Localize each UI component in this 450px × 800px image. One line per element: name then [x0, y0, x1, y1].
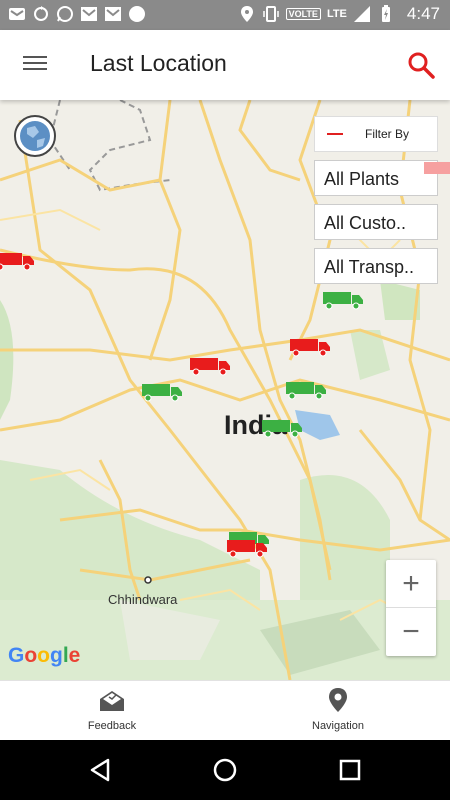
- zoom-out-button[interactable]: −: [386, 608, 436, 656]
- feedback-tab[interactable]: Feedback: [52, 687, 172, 732]
- volte-badge: VOLTE: [285, 8, 321, 20]
- google-logo: Google: [8, 644, 81, 667]
- sync-icon: [34, 6, 48, 21]
- system-navigation-bar: [0, 740, 450, 800]
- location-icon: [240, 6, 253, 22]
- location-pin-icon: [329, 688, 347, 712]
- page-title: Last Location: [90, 50, 227, 76]
- back-icon[interactable]: [86, 756, 114, 784]
- signal-icon: [353, 6, 370, 22]
- plants-dropdown[interactable]: All Plants: [314, 160, 438, 196]
- filter-toggle-button[interactable]: Filter By: [314, 116, 438, 152]
- system-status: VOLTE LTE 4:47: [238, 4, 440, 24]
- navigation-label: Navigation: [312, 720, 364, 732]
- zoom-controls: + −: [386, 560, 436, 656]
- map-view[interactable]: Filter By All Plants All Custo.. All Tra…: [0, 100, 450, 680]
- truck-marker-red[interactable]: [424, 160, 450, 180]
- status-bar: VOLTE LTE 4:47: [0, 0, 450, 30]
- navigation-tab[interactable]: Navigation: [278, 687, 398, 732]
- truck-marker-red[interactable]: [190, 356, 232, 376]
- truck-marker-green[interactable]: [323, 290, 365, 310]
- truck-marker-green[interactable]: [142, 382, 184, 402]
- transporters-dropdown[interactable]: All Transp..: [314, 248, 438, 284]
- battery-charging-icon: [381, 5, 390, 22]
- search-icon[interactable]: [406, 50, 436, 80]
- globe-icon[interactable]: [13, 114, 57, 158]
- collapse-icon: [327, 133, 343, 135]
- bottom-navigation: Feedback Navigation: [0, 680, 450, 740]
- notification-icons: [8, 5, 146, 23]
- mail-icon: [105, 7, 121, 21]
- app-bar: Last Location: [0, 30, 450, 100]
- truck-marker-red[interactable]: [0, 251, 36, 271]
- feedback-icon: [100, 691, 124, 711]
- circle-icon: [129, 6, 145, 22]
- truck-marker-red[interactable]: [290, 337, 332, 357]
- zoom-in-button[interactable]: +: [386, 560, 436, 608]
- clock: 4:47: [406, 4, 440, 23]
- filter-panel: Filter By All Plants All Custo.. All Tra…: [314, 116, 438, 284]
- recents-icon[interactable]: [336, 756, 364, 784]
- truck-marker-green[interactable]: [286, 380, 328, 400]
- hamburger-menu-icon[interactable]: [18, 52, 52, 78]
- feedback-label: Feedback: [87, 720, 137, 732]
- truck-marker-red[interactable]: [227, 538, 269, 558]
- city-label: Chhindwara: [108, 592, 178, 607]
- mail-icon: [81, 7, 97, 21]
- whatsapp-icon: [57, 6, 73, 22]
- home-icon[interactable]: [211, 756, 239, 784]
- customers-dropdown[interactable]: All Custo..: [314, 204, 438, 240]
- lte-label: LTE: [326, 8, 347, 20]
- truck-marker-green[interactable]: [262, 418, 304, 438]
- vibrate-icon: [262, 6, 279, 22]
- filter-label: Filter By: [365, 127, 410, 141]
- gmail-icon: [9, 8, 25, 20]
